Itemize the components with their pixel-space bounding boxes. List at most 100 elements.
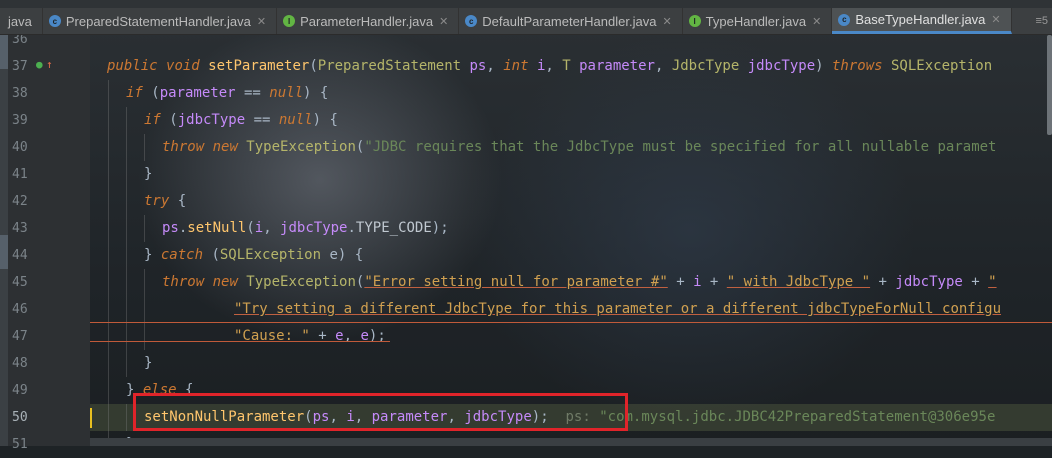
code-line-37[interactable]: public void setParameter(PreparedStateme… xyxy=(90,53,1052,80)
parameter: ps xyxy=(162,220,179,236)
parameter: jdbcType xyxy=(739,58,816,74)
editor-gutter[interactable]: 36 37 ● ↑ 38 39 40 41 42 43 44 45 46 47 … xyxy=(0,32,90,452)
close-icon[interactable]: ✕ xyxy=(812,15,821,28)
string-literal: " with JdbcType " xyxy=(726,274,871,290)
annotation-highlight-box xyxy=(133,393,628,431)
punctuation: ) { xyxy=(303,85,329,101)
operator: == xyxy=(235,85,270,101)
error-underline xyxy=(90,341,390,342)
indent-guide xyxy=(126,404,127,431)
punctuation: . xyxy=(347,220,356,236)
type-name: JdbcType xyxy=(671,58,740,74)
tab-overflow-label: ≡5 xyxy=(1035,15,1048,27)
tab-overflow-button[interactable]: ≡5 xyxy=(1031,8,1052,34)
indent-guide xyxy=(144,134,145,161)
indent-guide xyxy=(126,350,127,377)
tab-base-type-handler[interactable]: c BaseTypeHandler.java ✕ xyxy=(832,8,1012,34)
tab-java[interactable]: java xyxy=(0,8,43,34)
keyword: public xyxy=(107,58,158,74)
code-line-39[interactable]: if (jdbcType == null) { xyxy=(90,107,1052,134)
implements-icon[interactable]: ● xyxy=(36,51,43,78)
code-line-41[interactable]: } xyxy=(90,161,1052,188)
keyword: int xyxy=(503,58,529,74)
indent-guide xyxy=(126,134,127,161)
code-line-45[interactable]: throw new TypeException("Error setting n… xyxy=(90,269,1052,296)
indent-guide xyxy=(108,134,109,161)
close-icon[interactable]: ✕ xyxy=(257,15,266,28)
line-number: 41 xyxy=(12,167,28,182)
indent-guide xyxy=(126,107,127,134)
code-line-43[interactable]: ps.setNull(i, jdbcType.TYPE_CODE); xyxy=(90,215,1052,242)
indent-guide xyxy=(126,296,127,323)
tab-parameter-handler[interactable]: I ParameterHandler.java ✕ xyxy=(277,8,460,34)
tab-label: DefaultParameterHandler.java xyxy=(482,13,657,29)
string-literal: "Error setting null for parameter #" xyxy=(364,274,668,290)
punctuation: , xyxy=(545,58,563,74)
indent-guide xyxy=(108,107,109,134)
parameter: ps xyxy=(461,58,487,74)
line-number: 43 xyxy=(12,221,28,236)
code-line-40[interactable]: throw new TypeException("JDBC requires t… xyxy=(90,134,1052,161)
code-line-42[interactable]: try { xyxy=(90,188,1052,215)
punctuation: { xyxy=(169,193,187,209)
type-name: PreparedStatement xyxy=(317,58,462,74)
code-line-44[interactable]: } catch (SQLException e) { xyxy=(90,242,1052,269)
indent-guide xyxy=(126,161,127,188)
indent-guide xyxy=(108,188,109,215)
punctuation: , xyxy=(263,220,281,236)
indent-guide xyxy=(108,323,109,350)
code-editor[interactable]: public void setParameter(PreparedStateme… xyxy=(90,35,1052,446)
indent-guide xyxy=(108,404,109,431)
type-name: SQLException xyxy=(882,58,993,74)
line-number: 46 xyxy=(12,302,28,317)
string-literal: " xyxy=(988,274,997,290)
close-icon[interactable]: ✕ xyxy=(991,13,1000,26)
code-line-46[interactable]: "Try setting a different JdbcType for th… xyxy=(90,296,1052,323)
punctuation: ( xyxy=(203,247,220,263)
line-number: 42 xyxy=(12,194,28,209)
override-arrow-icon[interactable]: ↑ xyxy=(46,51,53,78)
gutter-marker xyxy=(0,35,8,69)
line-number-current: 50 xyxy=(12,410,28,425)
punctuation: , xyxy=(486,58,504,74)
keyword: throw xyxy=(162,139,205,155)
code-line-47[interactable]: "Cause: " + e, e); xyxy=(90,323,1052,350)
keyword: null xyxy=(278,112,313,128)
debug-inline-value: "com.mysql.jdbc.JDBC42PreparedStatement@… xyxy=(599,409,996,425)
keyword: new xyxy=(204,274,238,290)
indent-guide xyxy=(144,215,145,242)
punctuation: e) { xyxy=(321,247,364,263)
indent-guide xyxy=(108,161,109,188)
method-name: setParameter xyxy=(208,58,310,74)
keyword: null xyxy=(269,85,304,101)
punctuation: ( xyxy=(309,58,318,74)
interface-icon: I xyxy=(283,15,296,27)
tab-type-handler[interactable]: I TypeHandler.java ✕ xyxy=(683,8,833,34)
class-icon: c xyxy=(48,15,61,27)
tab-prepared-statement-handler[interactable]: c PreparedStatementHandler.java ✕ xyxy=(43,8,278,34)
line-number: 39 xyxy=(12,113,28,128)
indent-guide xyxy=(108,377,109,404)
punctuation: ( xyxy=(160,112,178,128)
code-line-38[interactable]: if (parameter == null) { xyxy=(90,80,1052,107)
line-number: 51 xyxy=(12,437,28,452)
line-number: 38 xyxy=(12,86,28,101)
type-name: TypeException xyxy=(237,274,356,290)
indent-guide xyxy=(144,269,145,296)
line-number: 45 xyxy=(12,275,28,290)
indent-guide xyxy=(126,215,127,242)
tab-default-parameter-handler[interactable]: c DefaultParameterHandler.java ✕ xyxy=(459,8,683,34)
vertical-scrollbar[interactable] xyxy=(1047,35,1052,135)
close-icon[interactable]: ✕ xyxy=(439,15,448,28)
indent-guide xyxy=(108,350,109,377)
indent-guide xyxy=(126,188,127,215)
code-line-48[interactable]: } xyxy=(90,350,1052,377)
indent-guide xyxy=(108,80,109,107)
parameter: i xyxy=(693,274,702,290)
indent-guide xyxy=(108,215,109,242)
operator: + xyxy=(667,274,694,290)
constant: TYPE_CODE xyxy=(355,220,432,236)
bottom-panel-edge xyxy=(90,438,1052,446)
close-icon[interactable]: ✕ xyxy=(662,15,671,28)
indent-guide xyxy=(126,242,127,269)
